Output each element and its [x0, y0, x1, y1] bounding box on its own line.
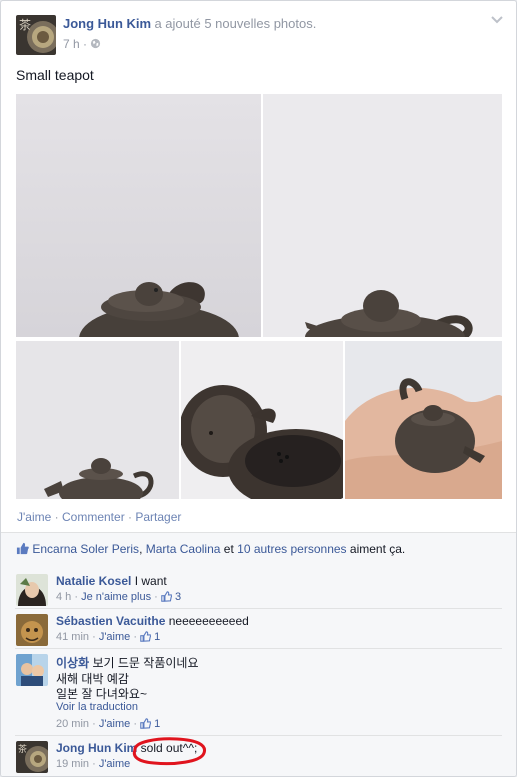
- comment-divider: [15, 648, 502, 649]
- meta-sep: ·: [74, 591, 79, 603]
- meta-dot: ·: [83, 37, 88, 51]
- photo-1[interactable]: [16, 94, 261, 337]
- meta-sep: ·: [92, 718, 96, 730]
- story-header: Jong Hun Kim a ajouté 5 nouvelles photos…: [63, 16, 316, 31]
- share-link[interactable]: Partager: [135, 510, 181, 524]
- post-caption: Small teapot: [16, 67, 94, 83]
- globe-icon[interactable]: [90, 38, 101, 49]
- meta-sep: ·: [92, 758, 96, 770]
- likes-others-link[interactable]: 10 autres personnes: [237, 542, 346, 556]
- comment-author-link[interactable]: Jong Hun Kim: [56, 741, 137, 755]
- thumbs-up-icon: [140, 631, 152, 642]
- thumbs-up-icon: [161, 591, 172, 602]
- likes-summary: Encarna Soler Peris, Marta Caolina et 10…: [1, 532, 516, 565]
- comment-like-link[interactable]: J'aime: [99, 758, 130, 770]
- comment-time[interactable]: 19 min: [56, 758, 89, 770]
- comment-author-link[interactable]: 이상화: [56, 656, 89, 670]
- post-author-link[interactable]: Jong Hun Kim: [63, 16, 151, 31]
- feed-story: 茶 Jong Hun Kim a ajouté 5 nouvelles phot…: [0, 0, 517, 777]
- liker-link-1[interactable]: Encarna Soler Peris: [32, 542, 139, 556]
- comment-like-count[interactable]: 1: [154, 718, 160, 730]
- comment-text: neeeeeeeeeed: [168, 614, 249, 628]
- comment-unlike-link[interactable]: Je n'aime plus: [81, 591, 151, 603]
- comment-text-line-3: 일본 잘 다녀와요~: [56, 687, 147, 701]
- teapot-photo-3-image: [16, 341, 179, 499]
- comment-like-count[interactable]: 3: [175, 591, 181, 603]
- photo-2[interactable]: [263, 94, 502, 337]
- comment-2-meta: 41 min · J'aime · 1: [56, 631, 160, 643]
- comment-like-link[interactable]: J'aime: [99, 718, 130, 730]
- thumbs-up-icon: [16, 542, 29, 555]
- chevron-down-icon[interactable]: [490, 15, 504, 25]
- comment-avatar[interactable]: [16, 574, 48, 606]
- svg-text:茶: 茶: [18, 743, 27, 755]
- comment-time[interactable]: 41 min: [56, 631, 89, 643]
- comment-3-translate-row: Voir la traduction: [56, 701, 138, 713]
- avatar-image-natalie: [16, 574, 48, 606]
- comment-1-body: Natalie Kosel I want: [56, 574, 167, 588]
- teapot-photo-4-image: [181, 341, 343, 499]
- photo-3[interactable]: [16, 341, 179, 499]
- likes-and: et: [223, 542, 234, 556]
- meta-sep: ·: [154, 591, 158, 603]
- comment-like-count[interactable]: 1: [154, 631, 160, 643]
- author-avatar[interactable]: 茶: [16, 15, 56, 55]
- comment-avatar[interactable]: 茶: [16, 741, 48, 773]
- meta-sep: ·: [133, 631, 138, 643]
- comment-divider: [15, 608, 502, 609]
- likes-comma: ,: [139, 542, 146, 556]
- thumbs-up-icon: [140, 718, 152, 729]
- comment-4-meta: 19 min · J'aime: [56, 758, 130, 770]
- likes-suffix: aiment ça.: [349, 542, 406, 556]
- avatar-image-sebastien: [16, 614, 48, 646]
- comment-author-link[interactable]: Sébastien Vacuithe: [56, 614, 165, 628]
- see-translation-link[interactable]: Voir la traduction: [56, 701, 138, 713]
- comment-2-body: Sébastien Vacuithe neeeeeeeeeed: [56, 614, 249, 628]
- comment-3-body: 이상화 보기 드문 작품이네요: [56, 654, 199, 671]
- comment-avatar[interactable]: [16, 654, 48, 686]
- comment-time[interactable]: 4 h: [56, 591, 71, 603]
- meta-sep: ·: [133, 718, 138, 730]
- author-avatar-image: 茶: [16, 15, 56, 55]
- teapot-photo-1-image: [16, 94, 261, 337]
- comment-divider: [15, 735, 502, 736]
- comment-text: I want: [134, 574, 167, 588]
- photo-4[interactable]: [181, 341, 343, 499]
- comment-like-link[interactable]: J'aime: [99, 631, 130, 643]
- post-meta: 7 h ·: [63, 37, 101, 51]
- like-link[interactable]: J'aime: [17, 510, 51, 524]
- svg-text:茶: 茶: [19, 17, 31, 32]
- photo-5[interactable]: [345, 341, 502, 499]
- teapot-photo-5-image: [345, 341, 502, 499]
- comment-link[interactable]: Commenter: [62, 510, 125, 524]
- actions-sep-2: ·: [128, 510, 133, 524]
- teapot-photo-2-image: [263, 94, 502, 337]
- post-timestamp[interactable]: 7 h: [63, 37, 80, 51]
- comment-time[interactable]: 20 min: [56, 718, 89, 730]
- actions-sep-1: ·: [54, 510, 59, 524]
- likes-sentence: Encarna Soler Peris, Marta Caolina et 10…: [16, 542, 405, 556]
- avatar-image-sanghwa: [16, 654, 48, 686]
- comment-author-link[interactable]: Natalie Kosel: [56, 574, 131, 588]
- highlight-circle-annotation: [132, 737, 206, 766]
- liker-link-2[interactable]: Marta Caolina: [146, 542, 221, 556]
- meta-sep: ·: [92, 631, 96, 643]
- comment-avatar[interactable]: [16, 614, 48, 646]
- avatar-image-jonghun: 茶: [16, 741, 48, 773]
- post-action-text: a ajouté 5 nouvelles photos.: [154, 16, 317, 31]
- comment-text-line-1: 보기 드문 작품이네요: [92, 656, 199, 670]
- comment-3-meta: 20 min · J'aime · 1: [56, 718, 160, 730]
- story-actions: J'aime · Commenter · Partager: [17, 510, 181, 524]
- comment-1-meta: 4 h · Je n'aime plus · 3: [56, 591, 181, 603]
